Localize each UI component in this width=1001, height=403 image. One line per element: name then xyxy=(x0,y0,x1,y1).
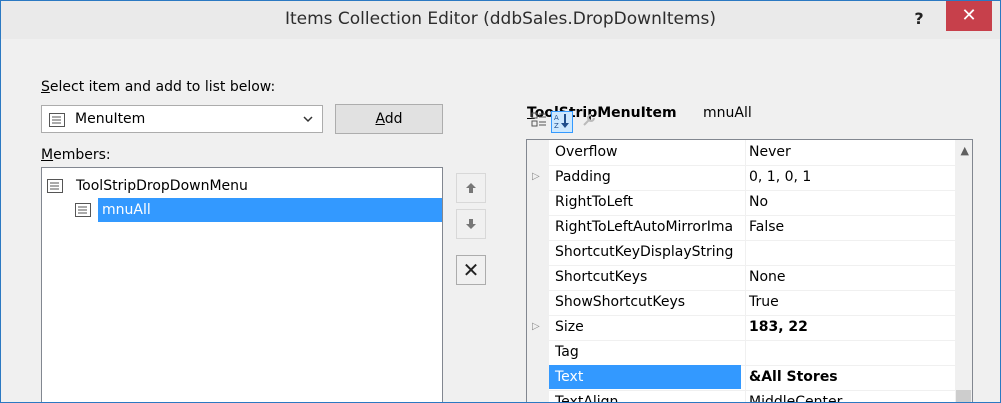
dropdown-menu-icon xyxy=(47,179,63,193)
property-name: Tag xyxy=(555,344,579,360)
item-type-combobox[interactable]: MenuItem xyxy=(41,105,323,133)
categorized-icon xyxy=(531,112,546,127)
tree-item-toolstripdropdownmenu[interactable]: ToolStripDropDownMenu xyxy=(44,174,440,198)
property-row-size[interactable]: ▷ Size 183, 22 xyxy=(532,315,957,341)
column-divider xyxy=(745,140,746,402)
move-down-button[interactable] xyxy=(456,209,486,239)
property-name: Text xyxy=(549,365,741,389)
property-row-shortcutkeydisplaystring[interactable]: ShortcutKeyDisplayString xyxy=(549,240,957,266)
arrow-down-icon xyxy=(466,219,476,229)
expand-icon[interactable]: ▷ xyxy=(532,165,540,189)
property-row-righttoleft[interactable]: RightToLeft No xyxy=(549,190,957,216)
tree-item-label: ToolStripDropDownMenu xyxy=(76,178,248,194)
property-name: RightToLeftAutoMirrorIma xyxy=(555,219,734,235)
expand-icon[interactable]: ▷ xyxy=(532,315,540,339)
combo-value: MenuItem xyxy=(75,111,146,127)
scroll-up-icon[interactable]: ▲ xyxy=(961,144,969,157)
svg-text:A: A xyxy=(554,114,559,122)
close-button[interactable]: ✕ xyxy=(946,1,992,31)
menu-item-icon xyxy=(49,113,65,127)
window-title: Items Collection Editor (ddbSales.DropDo… xyxy=(284,9,717,29)
property-name: Overflow xyxy=(555,144,618,160)
scrollbar-thumb[interactable] xyxy=(956,390,971,402)
property-value[interactable]: MiddleCenter xyxy=(749,390,842,402)
property-row-shortcutkeys[interactable]: ShortcutKeys None xyxy=(549,265,957,291)
property-row-text[interactable]: Text &All Stores xyxy=(549,365,957,391)
help-button[interactable]: ? xyxy=(904,5,934,33)
property-pages-button[interactable] xyxy=(578,111,600,133)
property-row-textalign[interactable]: TextAlign MiddleCenter xyxy=(549,390,957,403)
property-value[interactable]: &All Stores xyxy=(749,365,838,389)
arrow-up-icon xyxy=(466,183,476,193)
property-value[interactable]: True xyxy=(749,290,779,314)
sort-az-icon: A Z xyxy=(554,114,569,130)
property-value[interactable]: Never xyxy=(749,140,791,164)
svg-text:Z: Z xyxy=(554,122,559,130)
chevron-down-icon xyxy=(303,116,313,123)
property-value[interactable]: No xyxy=(749,190,768,214)
property-grid[interactable]: Overflow Never ▷ Padding 0, 1, 0, 1 Righ… xyxy=(526,139,973,403)
property-value[interactable]: 0, 1, 0, 1 xyxy=(749,165,811,189)
property-row-tag[interactable]: Tag xyxy=(549,340,957,366)
object-name: mnuAll xyxy=(703,105,752,121)
property-name: Padding xyxy=(555,169,611,185)
tree-item-label: mnuAll xyxy=(102,202,151,218)
tree-item-mnuall[interactable]: mnuAll xyxy=(98,198,442,222)
property-name: Size xyxy=(555,319,584,335)
property-row-overflow[interactable]: Overflow Never xyxy=(549,140,957,166)
move-up-button[interactable] xyxy=(456,173,486,203)
wrench-icon xyxy=(583,114,595,126)
property-name: ShortcutKeys xyxy=(555,269,648,285)
alphabetical-button[interactable]: A Z xyxy=(551,111,573,133)
members-label: Members: xyxy=(41,147,111,163)
property-name: ShowShortcutKeys xyxy=(555,294,686,310)
members-list[interactable]: ToolStripDropDownMenu mnuAll xyxy=(41,167,443,402)
property-name: RightToLeft xyxy=(555,194,633,210)
property-name: TextAlign xyxy=(555,394,619,403)
delete-button[interactable]: ✕ xyxy=(456,255,486,285)
property-value[interactable]: None xyxy=(749,265,786,289)
property-row-righttoleftautomirrorimage[interactable]: RightToLeftAutoMirrorIma False xyxy=(549,215,957,241)
property-value[interactable]: False xyxy=(749,215,784,239)
items-collection-editor-window: Items Collection Editor (ddbSales.DropDo… xyxy=(0,0,1001,403)
categorized-button[interactable] xyxy=(528,111,550,133)
menu-item-icon xyxy=(75,203,91,217)
title-bar: Items Collection Editor (ddbSales.DropDo… xyxy=(1,1,1000,39)
property-grid-scrollbar[interactable]: ▲ xyxy=(955,140,972,402)
property-value[interactable]: 183, 22 xyxy=(749,315,808,339)
add-button[interactable]: Add xyxy=(335,104,443,134)
property-name: ShortcutKeyDisplayString xyxy=(555,244,734,260)
select-item-label: Select item and add to list below: xyxy=(41,79,276,95)
property-row-showshortcutkeys[interactable]: ShowShortcutKeys True xyxy=(549,290,957,316)
property-row-padding[interactable]: ▷ Padding 0, 1, 0, 1 xyxy=(532,165,957,191)
